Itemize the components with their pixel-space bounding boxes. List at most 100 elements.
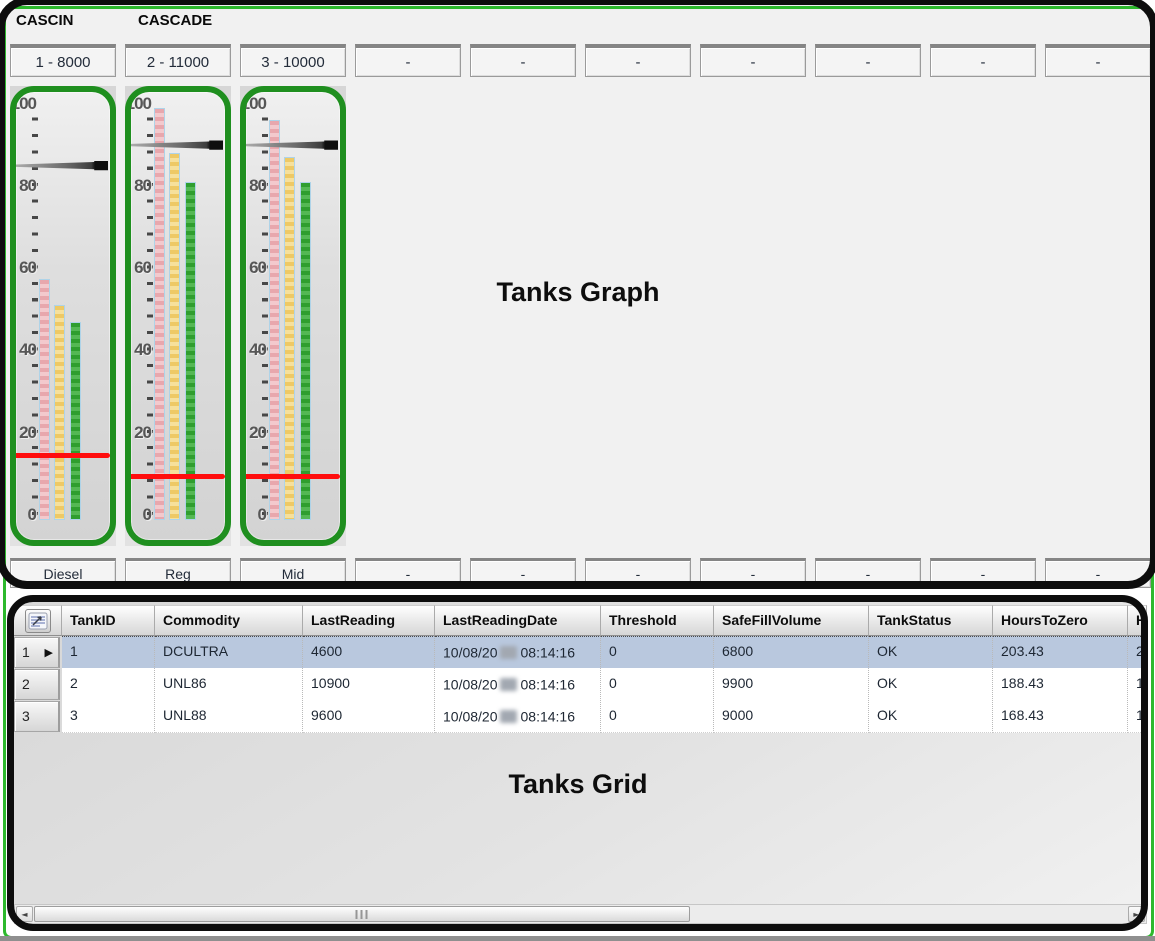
column-header-safefillvolume[interactable]: SafeFillVolume	[714, 605, 869, 636]
column-header-threshold[interactable]: Threshold	[601, 605, 714, 636]
cell-lastreading[interactable]: 9600	[303, 700, 435, 733]
cell-lastreading[interactable]: 10900	[303, 668, 435, 701]
low-level-line	[129, 474, 225, 479]
tank-gauge-3: 100 80 60 40 20 0	[240, 86, 346, 546]
cell-tankstatus[interactable]: OK	[869, 700, 993, 733]
table-row[interactable]: 3 3 UNL88 9600 10/08/2008:14:16 0 9000 O…	[14, 700, 1147, 732]
cell-threshold[interactable]: 0	[601, 636, 714, 669]
safe-fill-needle	[16, 161, 108, 171]
table-row[interactable]: 2 2 UNL86 10900 10/08/2008:14:16 0 9900 …	[14, 668, 1147, 700]
product-button-6[interactable]: -	[585, 558, 691, 588]
cell-hourstozero[interactable]: 203.43	[993, 636, 1128, 669]
cell-threshold[interactable]: 0	[601, 668, 714, 701]
tanks-data-grid: TankID Commodity LastReading LastReading…	[14, 605, 1147, 732]
product-button-reg[interactable]: Reg	[125, 558, 231, 588]
minor-ticks	[147, 104, 153, 515]
cell-tankid[interactable]: 1	[62, 636, 155, 669]
product-button-7[interactable]: -	[700, 558, 806, 588]
tank-button-5[interactable]: -	[470, 44, 576, 77]
current-row-arrow-icon: ▶	[45, 638, 53, 667]
cell-partial[interactable]: 1	[1128, 668, 1147, 701]
column-header-hourstozero[interactable]: HoursToZero	[993, 605, 1128, 636]
green-level-bar	[300, 182, 311, 520]
tanks-graph-title: Tanks Graph	[398, 277, 758, 308]
red-level-bar	[39, 279, 50, 520]
cell-tankstatus[interactable]: OK	[869, 668, 993, 701]
tank-button-7[interactable]: -	[700, 44, 806, 77]
column-header-lastreadingdate[interactable]: LastReadingDate	[435, 605, 601, 636]
product-button-mid[interactable]: Mid	[240, 558, 346, 588]
cell-safefillvolume[interactable]: 9900	[714, 668, 869, 701]
row-header-1[interactable]: 1▶	[14, 637, 60, 668]
red-level-bar	[269, 120, 280, 520]
red-level-bar	[154, 108, 165, 520]
scale-label: 20	[125, 424, 151, 442]
row-header-3[interactable]: 3	[14, 701, 60, 732]
green-level-bar	[70, 322, 81, 520]
tank-button-1[interactable]: 1 - 8000	[10, 44, 116, 77]
column-header-tankstatus[interactable]: TankStatus	[869, 605, 993, 636]
scale-label: 80	[125, 177, 151, 195]
tank-button-2[interactable]: 2 - 11000	[125, 44, 231, 77]
scrollbar-thumb[interactable]	[34, 906, 690, 922]
table-row[interactable]: 1▶ 1 DCULTRA 4600 10/08/2008:14:16 0 680…	[14, 636, 1147, 668]
grid-corner-icon[interactable]	[25, 609, 51, 633]
product-button-9[interactable]: -	[930, 558, 1036, 588]
tank-button-3[interactable]: 3 - 10000	[240, 44, 346, 77]
tank-monitor-window: CASCIN CASCADE 1 - 8000 2 - 11000 3 - 10…	[0, 0, 1155, 941]
column-header-lastreading[interactable]: LastReading	[303, 605, 435, 636]
cell-lastreadingdate[interactable]: 10/08/2008:14:16	[435, 636, 601, 669]
cell-safefillvolume[interactable]: 6800	[714, 636, 869, 669]
cell-partial[interactable]: 1	[1128, 700, 1147, 733]
cell-commodity[interactable]: UNL86	[155, 668, 303, 701]
tank-button-10[interactable]: -	[1045, 44, 1151, 77]
scale-label: 40	[240, 341, 266, 359]
product-button-4[interactable]: -	[355, 558, 461, 588]
cell-commodity[interactable]: DCULTRA	[155, 636, 303, 669]
cell-lastreading[interactable]: 4600	[303, 636, 435, 669]
scale-label: 0	[240, 506, 266, 524]
tank-button-4[interactable]: -	[355, 44, 461, 77]
tank-button-9[interactable]: -	[930, 44, 1036, 77]
cell-tankid[interactable]: 2	[62, 668, 155, 701]
tank-gauge-cell-3: 100 80 60 40 20 0	[240, 86, 346, 546]
scale-label: 100	[240, 95, 266, 113]
scale-label: 60	[240, 259, 266, 277]
column-header-commodity[interactable]: Commodity	[155, 605, 303, 636]
cell-tankstatus[interactable]: OK	[869, 636, 993, 669]
redacted-year	[500, 646, 517, 659]
cell-safefillvolume[interactable]: 9000	[714, 700, 869, 733]
scale-label: 60	[125, 259, 151, 277]
yellow-level-bar	[169, 153, 180, 520]
tank-button-8[interactable]: -	[815, 44, 921, 77]
scale-label: 80	[240, 177, 266, 195]
scale-label: 100	[10, 95, 36, 113]
row-header-2[interactable]: 2	[14, 669, 60, 700]
product-button-diesel[interactable]: Diesel	[10, 558, 116, 588]
product-button-10[interactable]: -	[1045, 558, 1151, 588]
cell-threshold[interactable]: 0	[601, 700, 714, 733]
scroll-left-arrow-icon[interactable]: ◄	[16, 906, 33, 922]
cell-commodity[interactable]: UNL88	[155, 700, 303, 733]
safe-fill-needle	[131, 140, 223, 150]
scroll-right-arrow-icon[interactable]: ►	[1128, 906, 1145, 922]
column-header-tankid[interactable]: TankID	[62, 605, 155, 636]
tank-button-6[interactable]: -	[585, 44, 691, 77]
horizontal-scrollbar[interactable]: ◄ ►	[14, 904, 1147, 924]
grid-corner-cell[interactable]	[14, 605, 62, 636]
cell-partial[interactable]: 2	[1128, 636, 1147, 669]
cell-lastreadingdate[interactable]: 10/08/2008:14:16	[435, 700, 601, 733]
cell-lastreadingdate[interactable]: 10/08/2008:14:16	[435, 668, 601, 701]
column-header-partial[interactable]: H	[1128, 605, 1147, 636]
cell-hourstozero[interactable]: 188.43	[993, 668, 1128, 701]
cell-tankid[interactable]: 3	[62, 700, 155, 733]
product-button-5[interactable]: -	[470, 558, 576, 588]
scale-label: 20	[10, 424, 36, 442]
product-button-8[interactable]: -	[815, 558, 921, 588]
green-level-bar	[185, 182, 196, 520]
yellow-level-bar	[54, 305, 65, 520]
cell-hourstozero[interactable]: 168.43	[993, 700, 1128, 733]
yellow-level-bar	[284, 157, 295, 520]
site-label-cascade: CASCADE	[138, 12, 212, 29]
scale-label: 0	[125, 506, 151, 524]
